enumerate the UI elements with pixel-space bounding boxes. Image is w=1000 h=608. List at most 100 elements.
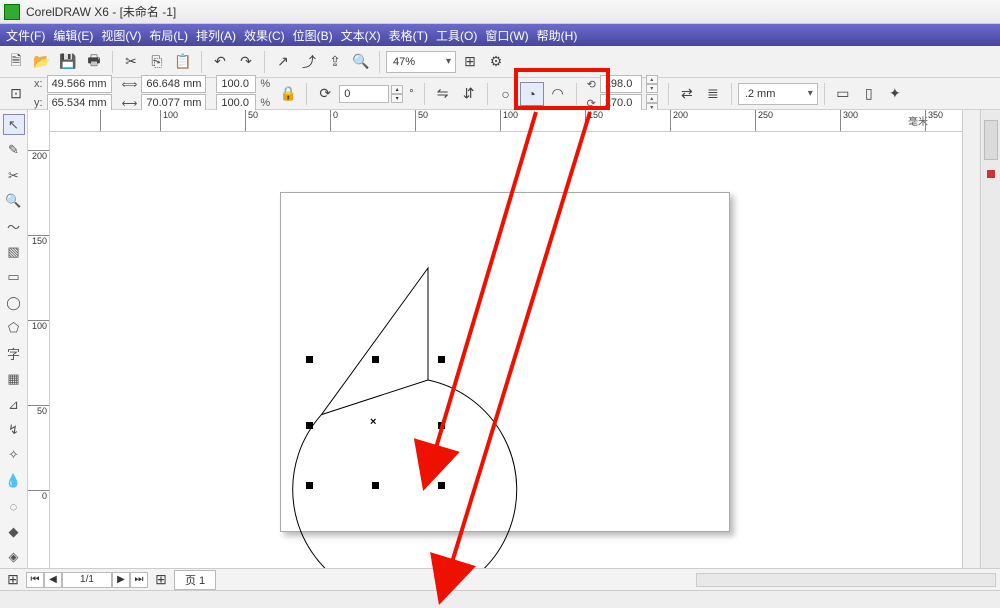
rotation-spinner[interactable]: ▴▾ <box>391 85 403 103</box>
scale-x-input[interactable]: 100.0 <box>216 75 256 93</box>
copy-button[interactable] <box>145 50 169 74</box>
to-back-button[interactable]: ▯ <box>857 82 881 106</box>
print-button[interactable] <box>82 50 106 74</box>
rectangle-tool[interactable]: ▭ <box>3 267 25 288</box>
scale-field: 100.0% 100.0% <box>212 75 274 112</box>
page-tab-1[interactable]: 页 1 <box>174 570 216 590</box>
options-button[interactable]: ⚙ <box>484 50 508 74</box>
object-center-marker[interactable]: × <box>370 416 376 428</box>
first-page-button[interactable]: ⏮ <box>26 572 44 588</box>
handle-tm[interactable] <box>372 356 379 363</box>
horizontal-scrollbar[interactable] <box>696 573 996 587</box>
pick-tool[interactable]: ↖ <box>3 114 25 135</box>
crop-tool[interactable]: ✂ <box>3 165 25 186</box>
add-page-after-button[interactable]: ⊞ <box>152 572 170 588</box>
connector-tool[interactable]: ↯ <box>3 419 25 440</box>
snap-button[interactable]: ⊞ <box>458 50 482 74</box>
export-button[interactable]: ⤴ <box>297 50 321 74</box>
outline-tool[interactable]: ◌ <box>3 496 25 517</box>
prev-page-button[interactable]: ◀ <box>44 572 62 588</box>
pie-object[interactable] <box>310 250 460 480</box>
canvas[interactable]: × <box>50 132 962 568</box>
search-button[interactable]: 🔍 <box>349 50 373 74</box>
menu-text[interactable]: 文本(X) <box>341 27 381 44</box>
menu-file[interactable]: 文件(F) <box>6 27 45 44</box>
menu-help[interactable]: 帮助(H) <box>537 27 578 44</box>
ruler-h-tick: 250 <box>755 110 773 131</box>
next-page-button[interactable]: ▶ <box>112 572 130 588</box>
menu-window[interactable]: 窗口(W) <box>485 27 528 44</box>
window-title: CorelDRAW X6 - [未命名 -1] <box>26 3 176 20</box>
import-button[interactable] <box>271 50 295 74</box>
separator <box>264 51 265 73</box>
menu-edit[interactable]: 编辑(E) <box>53 27 93 44</box>
start-angle-spinner[interactable]: ▴▾ <box>646 75 658 93</box>
interactive-tool[interactable]: ✧ <box>3 445 25 466</box>
pos-x-input[interactable]: 49.566 mm <box>47 75 112 93</box>
separator <box>424 83 425 105</box>
page-nav-buttons: ⏮ ◀ 1 / 1 ▶ ⏭ <box>26 572 148 588</box>
redo-button[interactable] <box>234 50 258 74</box>
handle-mr[interactable] <box>438 422 445 429</box>
ellipse-tool[interactable]: ◯ <box>3 292 25 313</box>
undo-button[interactable] <box>208 50 232 74</box>
shape-tool[interactable]: ✎ <box>3 139 25 160</box>
ruler-h-tick: 150 <box>585 110 603 131</box>
eyedropper-tool[interactable]: 💧 <box>3 470 25 491</box>
handle-ml[interactable] <box>306 356 313 363</box>
separator <box>112 51 113 73</box>
zoom-combo[interactable]: 47% <box>386 51 456 73</box>
save-button[interactable] <box>56 50 80 74</box>
polygon-tool[interactable]: ⬠ <box>3 318 25 339</box>
ruler-h-tick <box>100 110 103 131</box>
width-input[interactable]: 66.648 mm <box>141 75 206 93</box>
to-front-button[interactable]: ▭ <box>831 82 855 106</box>
handle-ml2[interactable] <box>306 422 313 429</box>
rotation-input[interactable]: 0 <box>339 85 389 103</box>
zoom-tool[interactable]: 🔍 <box>3 190 25 211</box>
handle-bm[interactable] <box>372 482 379 489</box>
menu-table[interactable]: 表格(T) <box>389 27 428 44</box>
new-button[interactable] <box>4 50 28 74</box>
publish-button[interactable]: ⇪ <box>323 50 347 74</box>
fill-tool[interactable]: ◆ <box>3 521 25 542</box>
handle-tr[interactable] <box>438 356 445 363</box>
handle-br[interactable] <box>438 482 445 489</box>
dock-handle[interactable] <box>987 170 995 178</box>
smart-fill-tool[interactable]: ▧ <box>3 241 25 262</box>
interactive-fill-tool[interactable]: ◈ <box>3 546 25 567</box>
convert-button[interactable]: ✦ <box>883 82 907 106</box>
table-tool[interactable]: ▦ <box>3 368 25 389</box>
lock-ratio-button[interactable] <box>276 82 300 106</box>
cut-button[interactable] <box>119 50 143 74</box>
ruler-h-tick: 300 <box>840 110 858 131</box>
separator <box>487 83 488 105</box>
menu-tools[interactable]: 工具(O) <box>436 27 477 44</box>
menu-effects[interactable]: 效果(C) <box>244 27 285 44</box>
ruler-vertical[interactable]: 200150100500 <box>28 110 50 568</box>
ruler-h-tick: 0 <box>330 110 338 131</box>
outline-width-combo[interactable]: .2 mm <box>738 83 818 105</box>
swap-direction-button[interactable]: ⇄ <box>675 82 699 106</box>
menu-layout[interactable]: 布局(L) <box>149 27 188 44</box>
menu-bitmap[interactable]: 位图(B) <box>293 27 333 44</box>
palette-scroll[interactable] <box>984 120 998 160</box>
vertical-scrollbar[interactable] <box>962 110 980 568</box>
freehand-tool[interactable]: ～ <box>3 216 25 237</box>
menu-arrange[interactable]: 排列(A) <box>196 27 236 44</box>
add-page-button[interactable]: ⊞ <box>4 572 22 588</box>
wrap-text-button[interactable]: ≣ <box>701 82 725 106</box>
object-origin-button[interactable]: ⊡ <box>4 82 28 106</box>
paste-button[interactable] <box>171 50 195 74</box>
dimension-tool[interactable]: ⊿ <box>3 394 25 415</box>
mirror-h-button[interactable]: ⇋ <box>431 82 455 106</box>
ruler-h-tick: 350 <box>925 110 943 131</box>
open-button[interactable] <box>30 50 54 74</box>
last-page-button[interactable]: ⏭ <box>130 572 148 588</box>
text-tool[interactable]: 字 <box>3 343 25 364</box>
mirror-v-button[interactable]: ⇵ <box>457 82 481 106</box>
handle-bl[interactable] <box>306 482 313 489</box>
menu-view[interactable]: 视图(V) <box>101 27 141 44</box>
separator <box>824 83 825 105</box>
ruler-horizontal[interactable]: 毫米 10050050100150200250300350400 <box>50 110 962 132</box>
